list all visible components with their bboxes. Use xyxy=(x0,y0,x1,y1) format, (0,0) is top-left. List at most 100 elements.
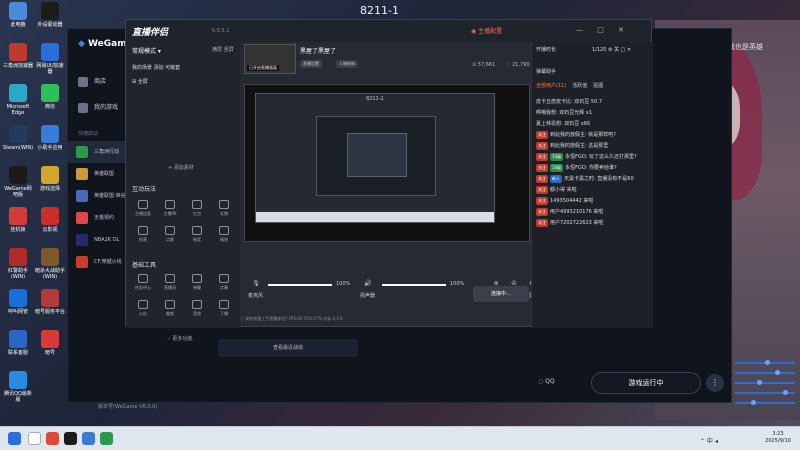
mic-volume-slider[interactable] xyxy=(268,284,332,286)
chat-controls[interactable]: 1/120 ⚙ 关 □ ✕ xyxy=(592,46,631,53)
desktop-icon[interactable]: 暗杀大战助手(WIN) xyxy=(34,248,66,280)
nested-title: 8211-1 xyxy=(366,96,384,102)
scenes-tabs[interactable]: 我的场景 添加 可嵌套 xyxy=(132,64,180,71)
desktop-icon[interactable]: 腾讯QQ最新版 xyxy=(2,371,34,403)
orientation-toggle[interactable]: 横屏 竖屏 xyxy=(212,46,234,53)
tool-button[interactable]: 美颜 xyxy=(157,300,183,317)
room-title[interactable]: 黑屋了黑屋了 xyxy=(300,46,336,55)
tool-label: 红包 xyxy=(193,211,201,216)
tool-button[interactable]: 主播连麦 xyxy=(130,200,156,217)
desktop-icon[interactable]: 网易UU加速器 xyxy=(34,43,66,75)
nested-preview-window: 8211-1 xyxy=(255,93,495,223)
desktop-icon[interactable]: 暗号 xyxy=(34,330,66,356)
connect-button[interactable]: 连接中… xyxy=(473,286,529,302)
tool-button[interactable]: 弹幕 xyxy=(184,274,210,291)
live-titlebar: 直播伴侣 6.6.5.2 ◉ 主播配置 — □ ✕ xyxy=(126,20,651,42)
mode-dropdown[interactable]: 常规模式 ▾ xyxy=(132,46,161,55)
desktop-icon[interactable]: 联系客服 xyxy=(2,330,34,356)
desktop-icon[interactable]: 挂机锁 xyxy=(2,207,34,233)
clock[interactable]: 3:23 2025/9/10 xyxy=(760,431,796,445)
system-tray[interactable]: ⌃ 中 ◂ xyxy=(700,436,718,445)
tool-button[interactable]: 点歌 xyxy=(157,226,183,243)
browser-icon[interactable] xyxy=(46,432,59,445)
quick-launch-game[interactable]: NBA2K OL xyxy=(68,229,128,251)
chat-message: 关注 都小得 来啦 xyxy=(536,186,650,194)
desktop-icon[interactable]: 微信 xyxy=(34,84,66,110)
qq-label[interactable]: ◌ QQ xyxy=(538,378,555,385)
tool-button[interactable]: 音效 xyxy=(184,300,210,317)
game-running-button[interactable]: 游戏运行中 xyxy=(591,372,701,394)
desktop-icon[interactable]: 外设驱动器 xyxy=(34,2,66,28)
game-icon xyxy=(76,234,88,246)
file-explorer-icon[interactable] xyxy=(82,432,95,445)
search-icon[interactable] xyxy=(28,432,41,445)
taskbar: ⌃ 中 ◂ 3:23 2025/9/10 xyxy=(0,426,800,450)
tool-icon xyxy=(219,226,229,235)
desktop-icon[interactable]: 呼叫网管 xyxy=(2,289,34,315)
screen-top-title: 8211-1 xyxy=(360,4,399,17)
chat-tab[interactable]: 贴图 xyxy=(593,82,603,89)
desktop-icon[interactable]: 三角洲加速器 xyxy=(2,43,34,69)
quick-launch-game[interactable]: 英雄联盟:峡谷 xyxy=(68,185,128,207)
user-badge: 关注 xyxy=(536,186,548,194)
app-icon xyxy=(9,2,27,20)
microphone-icon[interactable]: 🎙 xyxy=(248,280,264,287)
wegame-nav-store[interactable]: 商店 xyxy=(68,69,128,95)
desktop-icon[interactable]: 暗号服务平台 xyxy=(34,289,66,315)
desktop-icon[interactable]: 云影视 xyxy=(34,207,66,233)
window-controls[interactable]: — □ ✕ xyxy=(576,26,630,34)
desktop-icon[interactable]: WeGame网吧版 xyxy=(2,166,34,198)
tool-button[interactable]: 公告 xyxy=(130,300,156,317)
stream-preview[interactable]: 8211-1 xyxy=(244,84,530,242)
tool-label: 公告 xyxy=(139,311,147,316)
more-functions-button[interactable]: ··· 更多功能 xyxy=(166,335,192,342)
tool-button[interactable]: 礼物 xyxy=(211,200,237,217)
desktop-icon[interactable]: Steam(WIN) xyxy=(2,125,34,151)
more-options-button[interactable]: ⋮ xyxy=(706,374,724,392)
room-thumbnail[interactable]: 已开启直播画面 xyxy=(244,44,296,74)
desktop-icon-label: 网易UU加速器 xyxy=(36,63,64,75)
store-icon xyxy=(78,77,88,87)
tool-button[interactable]: 主播PK xyxy=(157,200,183,217)
desktop-icon[interactable]: 小助手应用 xyxy=(34,125,66,151)
quick-launch-game[interactable]: 三角洲行动 xyxy=(68,141,128,163)
chat-tab[interactable]: 全部用户(11) xyxy=(536,82,566,89)
room-tag-decor[interactable]: 人物修饰 xyxy=(336,60,358,68)
game-label: 无畏契约 xyxy=(94,215,115,221)
quick-launch-game[interactable]: 无畏契约 xyxy=(68,207,128,229)
wegame-taskbar-icon[interactable] xyxy=(64,432,77,445)
tool-button[interactable]: 抽奖 xyxy=(184,226,210,243)
wegame-nav-my-games[interactable]: 我的游戏 xyxy=(68,95,128,121)
quick-launch-game[interactable]: CF:穿越火线 xyxy=(68,251,128,273)
clock-date: 2025/9/10 xyxy=(765,438,791,444)
tool-button[interactable]: 投票 xyxy=(130,226,156,243)
tool-button[interactable]: 福袋 xyxy=(211,226,237,243)
chat-tabs: 全部用户(11) 活跃值 贴图 xyxy=(536,82,609,89)
game-taskbar-icon[interactable] xyxy=(100,432,113,445)
speaker-volume-slider[interactable] xyxy=(382,284,446,286)
add-source-button[interactable]: + 添加素材 xyxy=(168,164,194,171)
tool-icon xyxy=(219,300,229,309)
tool-button[interactable]: 下播 xyxy=(211,300,237,317)
start-icon[interactable] xyxy=(8,432,21,445)
streamer-config-button[interactable]: ◉ 主播配置 xyxy=(471,26,502,35)
speaker-icon[interactable]: 🔊 xyxy=(360,280,376,287)
desktop-icon[interactable]: 此电脑 xyxy=(2,2,34,28)
tool-button[interactable]: 字幕 xyxy=(211,274,237,291)
room-tag-settings[interactable]: 直播设置 xyxy=(300,60,322,68)
tool-icon xyxy=(192,300,202,309)
desktop-icon[interactable]: 游戏选择 xyxy=(34,166,66,192)
tool-button[interactable]: 红包 xyxy=(184,200,210,217)
recent-record-button[interactable]: 查看最近战绩 xyxy=(218,339,358,357)
chat-messages[interactable]: 皮卡丘皮皮卡比: 双石豆 50.7 啊哦我想: 双石豆光辉 x1 夏上林恩想: 双石… xyxy=(536,98,650,324)
quick-launch-game[interactable]: 英雄联盟 xyxy=(68,163,128,185)
desktop-icon[interactable]: 红警助手(WIN) xyxy=(2,248,34,280)
tool-button[interactable]: 任务中心 xyxy=(130,274,156,291)
desktop-icon[interactable]: Microsoft Edge xyxy=(2,84,34,116)
scene-item-fullscreen[interactable]: ⊞ 全屏 xyxy=(132,78,148,85)
tool-button[interactable]: 直播间 xyxy=(157,274,183,291)
chat-message-text: 皮卡丘皮皮卡比: 双石豆 50.7 xyxy=(536,99,602,105)
tool-icon xyxy=(165,300,175,309)
chat-tab[interactable]: 活跃值 xyxy=(572,82,587,89)
tool-label: 美颜 xyxy=(166,311,174,316)
